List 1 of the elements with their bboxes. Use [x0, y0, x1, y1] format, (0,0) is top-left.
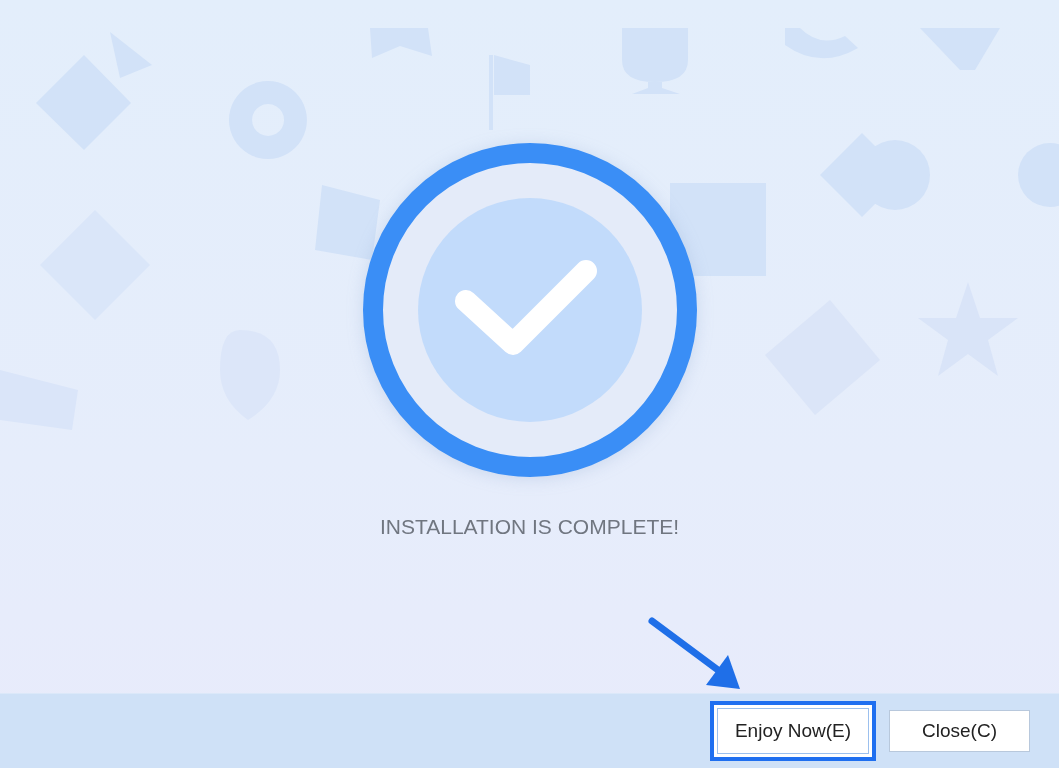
completion-message: INSTALLATION IS COMPLETE! [379, 515, 680, 539]
